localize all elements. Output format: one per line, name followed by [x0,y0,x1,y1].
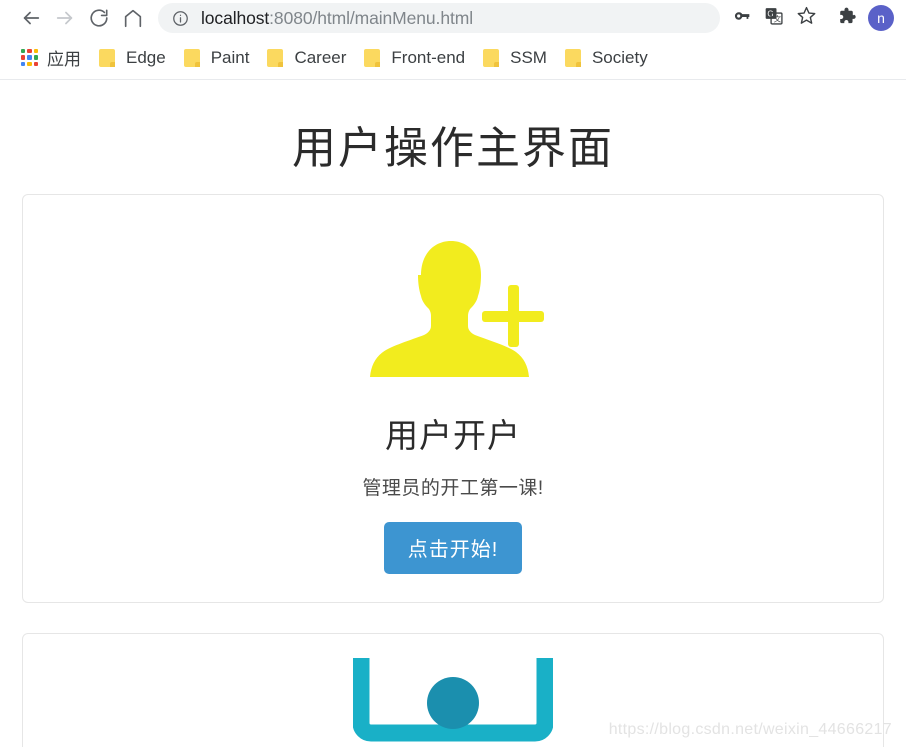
home-button[interactable] [116,1,150,35]
browser-chrome: localhost:8080/html/mainMenu.html G 文 n … [0,0,906,80]
folder-icon [183,48,202,68]
omnibox-actions: G 文 n [726,2,896,34]
card-subtitle: 管理员的开工第一课! [362,478,544,499]
profile-avatar[interactable]: n [868,5,894,31]
folder-icon [564,48,583,68]
back-button[interactable] [14,1,48,35]
card-icon-wrapper [35,219,871,395]
card-user-registration[interactable]: 用户开户 管理员的开工第一课! 点击开始! [22,194,884,603]
star-bookmark-icon [796,5,817,31]
reload-button[interactable] [82,1,116,35]
bookmark-item-ssm[interactable]: SSM [474,43,556,73]
monitor-screen-icon [352,658,554,747]
bookmark-item-society[interactable]: Society [556,43,657,73]
extensions-button[interactable] [830,2,862,34]
password-key-button[interactable] [726,2,758,34]
svg-text:文: 文 [774,13,782,23]
watermark-text: https://blog.csdn.net/weixin_44666217 [608,721,892,738]
arrow-left-icon [20,7,42,29]
translate-button[interactable]: G 文 [758,2,790,34]
bookmark-label: Society [591,47,648,67]
url-text: localhost:8080/html/mainMenu.html [201,8,473,29]
folder-icon [364,48,382,68]
reload-icon [88,7,110,29]
bookmark-label: Front-end [391,47,466,67]
url-host: localhost [201,7,270,28]
page-title: 用户操作主界面 [292,124,614,173]
forward-button[interactable] [48,1,82,35]
folder-icon [267,48,285,68]
bookmark-item-front-end[interactable]: Front-end [355,43,474,73]
password-key-icon [732,6,752,31]
apps-grid-icon [21,49,38,66]
bookmark-label: Career [294,47,347,67]
bookmarks-bar: 应用 Edge Paint Career Front-end SSM Socie… [0,36,906,80]
folder-icon [99,48,117,68]
profile-initial: n [877,10,885,26]
page-content: 用户操作主界面 用户开户 管理员的开工第一课! 点击开始! https://bl… [0,80,906,747]
bookmark-label: SSM [510,47,547,67]
bookmark-label: Paint [210,47,250,67]
puzzle-extensions-icon [836,5,857,31]
bookmark-label: Edge [126,47,166,67]
bookmark-apps-label: 应用 [47,50,81,69]
arrow-right-icon [54,7,76,29]
url-path: :8080/html/mainMenu.html [269,7,473,28]
card-heading: 用户开户 [385,417,521,454]
bookmark-item-paint[interactable]: Paint [175,43,259,73]
bookmark-item-edge[interactable]: Edge [90,43,175,73]
card-list: 用户开户 管理员的开工第一课! 点击开始! [0,194,906,747]
home-icon [122,7,144,29]
bookmark-item-career[interactable]: Career [258,43,355,73]
folder-icon [483,48,501,68]
bookmark-apps[interactable]: 应用 [12,43,90,73]
site-info-icon[interactable] [172,10,189,27]
address-bar[interactable]: localhost:8080/html/mainMenu.html [158,3,720,33]
translate-icon: G 文 [764,6,784,31]
bookmark-star-button[interactable] [790,2,822,34]
start-button[interactable]: 点击开始! [383,522,523,574]
browser-toolbar: localhost:8080/html/mainMenu.html G 文 n [0,0,906,36]
add-user-icon [353,217,553,398]
